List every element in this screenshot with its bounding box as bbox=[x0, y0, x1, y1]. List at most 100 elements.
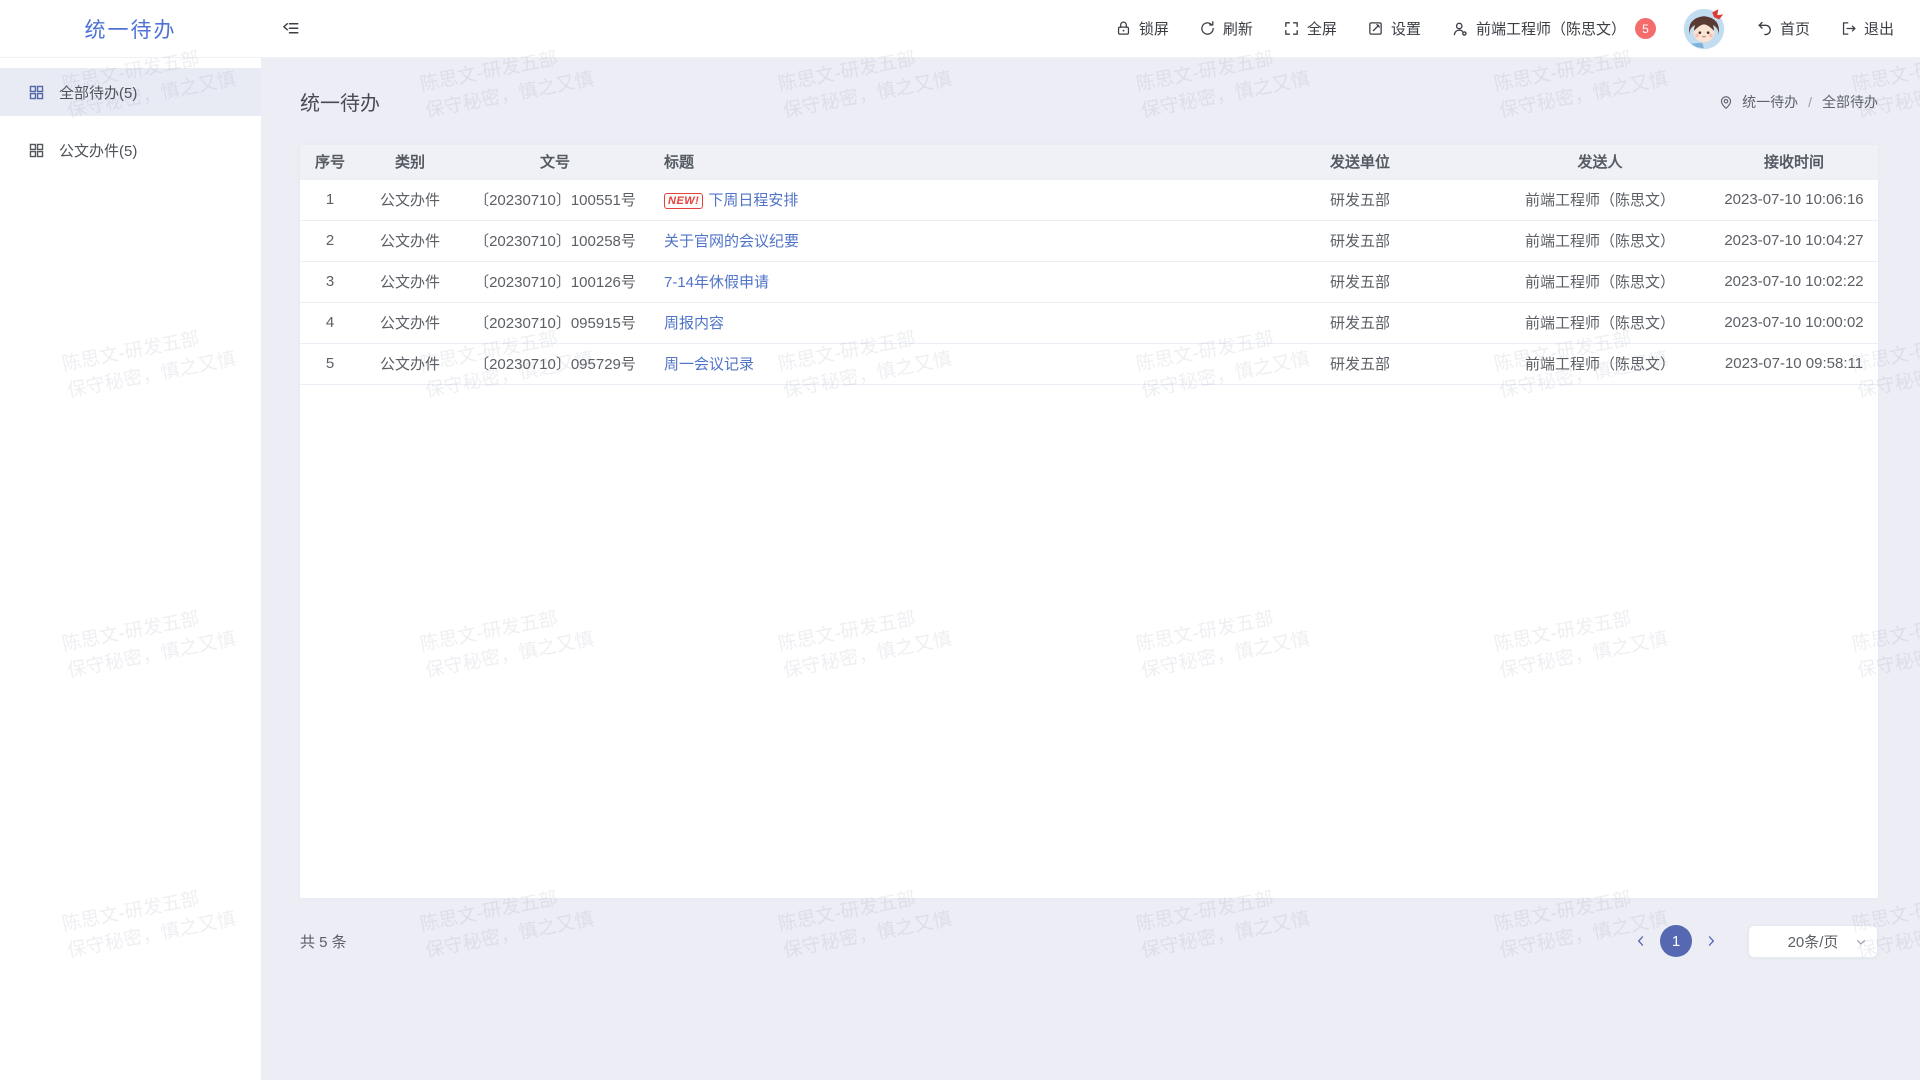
cell-seq: 2 bbox=[300, 220, 360, 261]
settings-button[interactable]: 设置 bbox=[1367, 18, 1421, 39]
table-header-row: 序号 类别 文号 标题 发送单位 发送人 接收时间 bbox=[300, 145, 1878, 179]
refresh-button[interactable]: 刷新 bbox=[1199, 18, 1253, 39]
doc-title-link[interactable]: 关于官网的会议纪要 bbox=[664, 233, 799, 250]
doc-title-link[interactable]: 周一会议记录 bbox=[664, 356, 754, 373]
fullscreen-button[interactable]: 全屏 bbox=[1283, 18, 1337, 39]
breadcrumb: 统一待办 / 全部待办 bbox=[1718, 92, 1878, 112]
cell-doc-no: 〔20230710〕100551号 bbox=[460, 179, 650, 220]
cell-title: 周报内容 bbox=[650, 302, 1230, 343]
cell-unit: 研发五部 bbox=[1230, 179, 1490, 220]
cell-sender: 前端工程师（陈思文） bbox=[1490, 261, 1710, 302]
cell-received: 2023-07-10 10:04:27 bbox=[1710, 220, 1878, 261]
sidebar-item-label: 公文办件(5) bbox=[59, 140, 137, 161]
page-title: 统一待办 bbox=[300, 87, 380, 116]
home-label: 首页 bbox=[1780, 18, 1810, 39]
next-page-button[interactable] bbox=[1698, 934, 1724, 948]
main-content: 统一待办 统一待办 / 全部待办 序号 类别 文号 bbox=[261, 58, 1920, 1080]
table-row: 3 公文办件 〔20230710〕100126号 7-14年休假申请 研发五部 … bbox=[300, 261, 1878, 302]
settings-icon bbox=[1367, 20, 1384, 37]
cell-doc-no: 〔20230710〕095915号 bbox=[460, 302, 650, 343]
settings-label: 设置 bbox=[1391, 18, 1421, 39]
todo-table: 序号 类别 文号 标题 发送单位 发送人 接收时间 1 公文办件 〔202307… bbox=[300, 145, 1878, 385]
logout-icon bbox=[1840, 20, 1857, 37]
cell-received: 2023-07-10 10:02:22 bbox=[1710, 261, 1878, 302]
app-logo: 统一待办 bbox=[85, 14, 177, 44]
grid-icon bbox=[28, 84, 45, 101]
app-header: 统一待办 锁屏 bbox=[0, 0, 1920, 58]
page-header-row: 统一待办 统一待办 / 全部待办 bbox=[300, 58, 1878, 145]
cell-received: 2023-07-10 10:06:16 bbox=[1710, 179, 1878, 220]
user-name-label: 前端工程师（陈思文） bbox=[1476, 18, 1626, 39]
cell-unit: 研发五部 bbox=[1230, 220, 1490, 261]
doc-title-link[interactable]: 下周日程安排 bbox=[708, 192, 798, 209]
breadcrumb-root[interactable]: 统一待办 bbox=[1742, 92, 1798, 112]
sidebar: 全部待办(5) 公文办件(5) bbox=[0, 58, 261, 1080]
table-row: 5 公文办件 〔20230710〕095729号 周一会议记录 研发五部 前端工… bbox=[300, 343, 1878, 384]
refresh-label: 刷新 bbox=[1223, 18, 1253, 39]
sidebar-fold-icon[interactable] bbox=[282, 20, 300, 38]
prev-page-button[interactable] bbox=[1628, 934, 1654, 948]
doc-title-link[interactable]: 周报内容 bbox=[664, 315, 724, 332]
cell-title: 周一会议记录 bbox=[650, 343, 1230, 384]
col-title: 标题 bbox=[650, 145, 1230, 179]
new-badge: NEW! bbox=[664, 193, 703, 209]
lock-icon bbox=[1115, 20, 1132, 37]
table-row: 2 公文办件 〔20230710〕100258号 关于官网的会议纪要 研发五部 … bbox=[300, 220, 1878, 261]
current-page-button[interactable]: 1 bbox=[1660, 925, 1692, 957]
cell-sender: 前端工程师（陈思文） bbox=[1490, 220, 1710, 261]
cell-seq: 3 bbox=[300, 261, 360, 302]
cell-received: 2023-07-10 10:00:02 bbox=[1710, 302, 1878, 343]
cell-sender: 前端工程师（陈思文） bbox=[1490, 179, 1710, 220]
total-count: 共 5 条 bbox=[300, 931, 347, 952]
fullscreen-icon bbox=[1283, 20, 1300, 37]
location-pin-icon bbox=[1718, 94, 1734, 110]
fullscreen-label: 全屏 bbox=[1307, 18, 1337, 39]
breadcrumb-separator: / bbox=[1808, 94, 1812, 110]
cell-sender: 前端工程师（陈思文） bbox=[1490, 302, 1710, 343]
chevron-down-icon bbox=[1854, 935, 1868, 949]
lock-screen-label: 锁屏 bbox=[1139, 18, 1169, 39]
user-icon bbox=[1451, 20, 1469, 38]
refresh-icon bbox=[1199, 20, 1216, 37]
lock-screen-button[interactable]: 锁屏 bbox=[1115, 18, 1169, 39]
cell-doc-no: 〔20230710〕100258号 bbox=[460, 220, 650, 261]
cell-title: NEW! 下周日程安排 bbox=[650, 179, 1230, 220]
cell-title: 关于官网的会议纪要 bbox=[650, 220, 1230, 261]
logout-button[interactable]: 退出 bbox=[1840, 18, 1894, 39]
col-doc-no: 文号 bbox=[460, 145, 650, 179]
table-row: 4 公文办件 〔20230710〕095915号 周报内容 研发五部 前端工程师… bbox=[300, 302, 1878, 343]
cell-seq: 1 bbox=[300, 179, 360, 220]
todo-count-badge: 5 bbox=[1635, 18, 1656, 39]
cell-unit: 研发五部 bbox=[1230, 343, 1490, 384]
cell-category: 公文办件 bbox=[360, 302, 460, 343]
cell-sender: 前端工程师（陈思文） bbox=[1490, 343, 1710, 384]
cell-doc-no: 〔20230710〕095729号 bbox=[460, 343, 650, 384]
page-size-value: 20条/页 bbox=[1788, 931, 1839, 952]
cell-unit: 研发五部 bbox=[1230, 261, 1490, 302]
current-user-button[interactable]: 前端工程师（陈思文） 5 bbox=[1451, 18, 1656, 39]
cell-category: 公文办件 bbox=[360, 261, 460, 302]
col-seq: 序号 bbox=[300, 145, 360, 179]
logo-area: 统一待办 bbox=[0, 14, 261, 44]
home-return-icon bbox=[1756, 20, 1773, 37]
breadcrumb-current: 全部待办 bbox=[1822, 92, 1878, 112]
col-category: 类别 bbox=[360, 145, 460, 179]
col-received: 接收时间 bbox=[1710, 145, 1878, 179]
col-sender: 发送人 bbox=[1490, 145, 1710, 179]
sidebar-item-all-todo[interactable]: 全部待办(5) bbox=[0, 68, 261, 116]
grid-icon bbox=[28, 142, 45, 159]
doc-title-link[interactable]: 7-14年休假申请 bbox=[664, 274, 769, 291]
sidebar-item-document-todo[interactable]: 公文办件(5) bbox=[0, 126, 261, 174]
home-button[interactable]: 首页 bbox=[1756, 18, 1810, 39]
col-unit: 发送单位 bbox=[1230, 145, 1490, 179]
user-avatar[interactable] bbox=[1682, 7, 1726, 51]
todo-table-card: 序号 类别 文号 标题 发送单位 发送人 接收时间 1 公文办件 〔202307… bbox=[300, 145, 1878, 898]
cell-received: 2023-07-10 09:58:11 bbox=[1710, 343, 1878, 384]
pagination-bar: 共 5 条 1 20条/页 bbox=[300, 898, 1878, 984]
cell-title: 7-14年休假申请 bbox=[650, 261, 1230, 302]
pager: 1 20条/页 bbox=[1628, 925, 1878, 958]
cell-seq: 5 bbox=[300, 343, 360, 384]
page-size-select[interactable]: 20条/页 bbox=[1748, 925, 1878, 958]
cell-category: 公文办件 bbox=[360, 220, 460, 261]
cell-category: 公文办件 bbox=[360, 179, 460, 220]
